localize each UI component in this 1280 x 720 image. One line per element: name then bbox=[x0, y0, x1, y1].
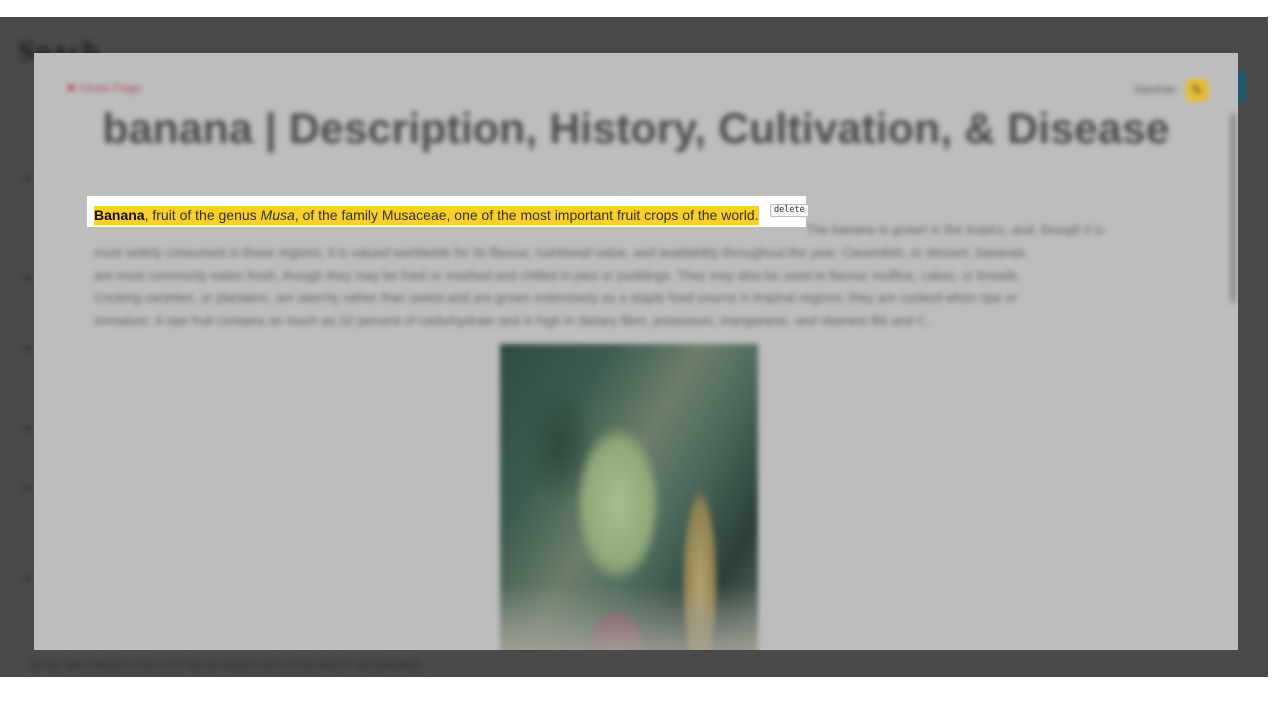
scrollbar[interactable] bbox=[1230, 113, 1236, 303]
background-bullet bbox=[24, 487, 32, 490]
background-bullet bbox=[24, 427, 32, 430]
highlighted-text[interactable]: Banana, fruit of the genus Musa, of the … bbox=[94, 206, 759, 225]
banana-plant-photo bbox=[500, 344, 758, 650]
highlight-card: Banana, fruit of the genus Musa, of the … bbox=[87, 196, 809, 227]
article-paragraph: The banana is grown in the tropics, and,… bbox=[94, 219, 1172, 333]
background-footer: Sensor data collected. Click to see how … bbox=[30, 660, 425, 671]
close-page-link[interactable]: ✖ Close Page bbox=[66, 81, 141, 95]
blurred-page-content: ✖ Close Page Darshan ✎ banana | Descript… bbox=[34, 53, 1238, 650]
paragraph-line: most widely consumed in those regions, i… bbox=[94, 244, 1026, 260]
background-bullet bbox=[24, 277, 32, 280]
browser-window: Sn•ch Sensor data collected. Click to se… bbox=[0, 17, 1268, 677]
delete-highlight-button[interactable]: delete bbox=[770, 204, 809, 217]
user-area: Darshan ✎ bbox=[1134, 79, 1208, 101]
highlight-bold-term: Banana bbox=[94, 207, 145, 223]
paragraph-line: immature. A ripe fruit contains as much … bbox=[94, 313, 930, 329]
photo-shade bbox=[500, 584, 758, 650]
background-bullet bbox=[24, 347, 32, 350]
background-bullet bbox=[24, 177, 32, 180]
page-title: banana | Description, History, Cultivati… bbox=[102, 105, 1170, 153]
paragraph-line: are most commonly eaten fresh, though th… bbox=[94, 267, 1021, 283]
highlight-italic-term: Musa bbox=[260, 207, 295, 223]
user-name: Darshan bbox=[1134, 84, 1176, 96]
paragraph-line: Cooking varieties, or plantains, are sta… bbox=[94, 290, 1017, 306]
pencil-icon[interactable]: ✎ bbox=[1186, 79, 1208, 101]
page-preview-overlay: ✖ Close Page Darshan ✎ banana | Descript… bbox=[34, 53, 1238, 650]
background-bullet bbox=[24, 577, 32, 580]
highlight-text-part: , of the family Musaceae, one of the mos… bbox=[294, 207, 759, 223]
highlight-text-part: , fruit of the genus bbox=[144, 207, 261, 223]
